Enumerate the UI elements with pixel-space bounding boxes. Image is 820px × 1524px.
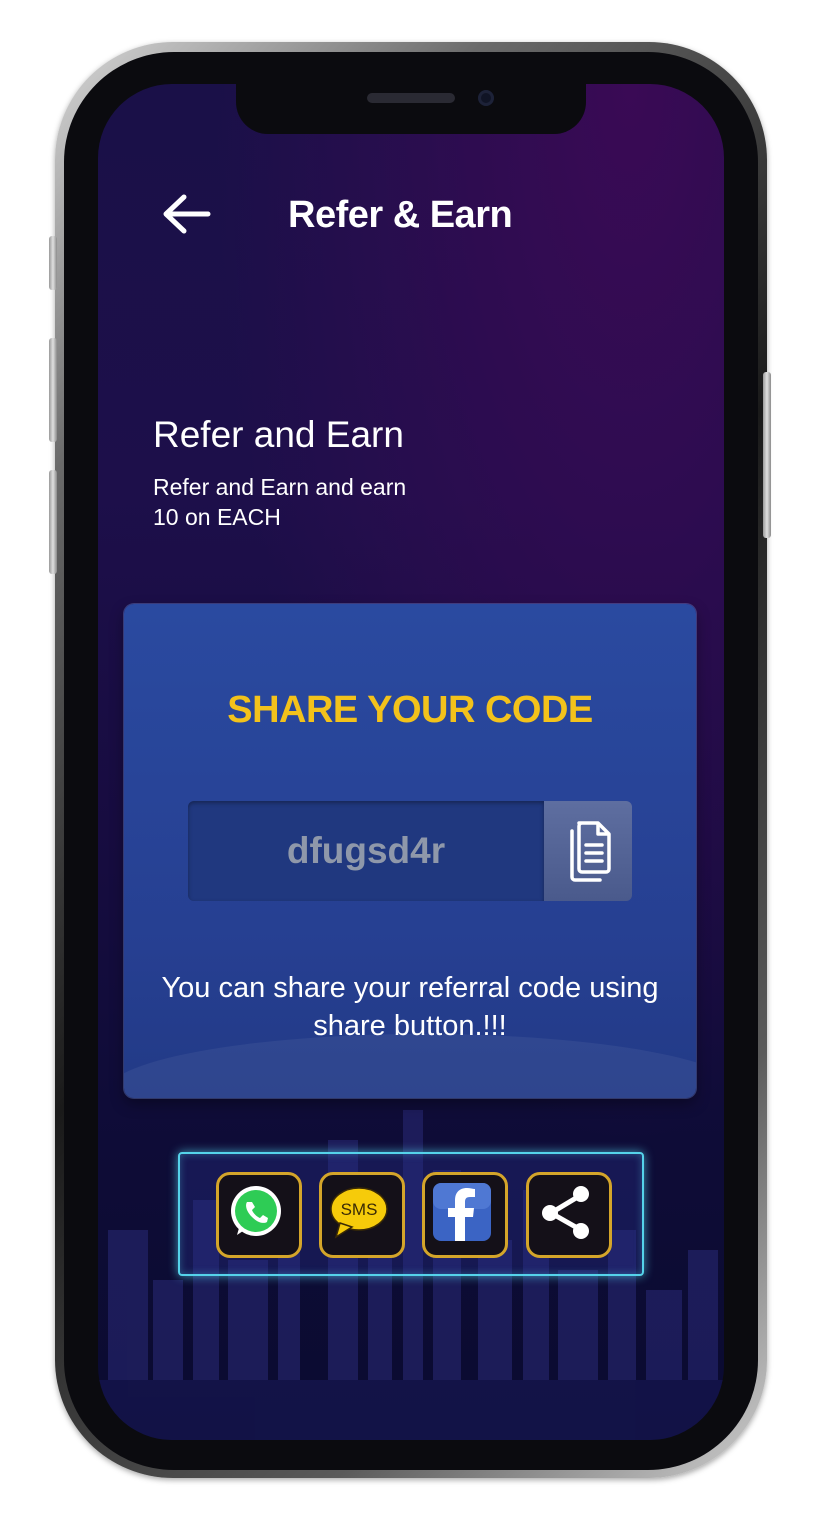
- whatsapp-icon: [231, 1186, 281, 1236]
- whatsapp-share-button[interactable]: [216, 1172, 302, 1258]
- screen-content: Refer & Earn Refer and Earn Refer and Ea…: [98, 84, 724, 1440]
- page-title: Refer & Earn: [288, 194, 513, 236]
- facebook-icon: [433, 1183, 491, 1241]
- hero-title: Refer and Earn: [153, 414, 404, 455]
- share-code-heading: SHARE YOUR CODE: [227, 689, 593, 731]
- referral-code-card: SHARE YOUR CODE dfugsd4r You can share y…: [124, 604, 696, 1098]
- mute-switch: [49, 236, 57, 290]
- referral-code-field[interactable]: dfugsd4r: [188, 801, 544, 901]
- volume-down-button: [49, 470, 57, 574]
- referral-code-value: dfugsd4r: [286, 830, 446, 871]
- power-button: [763, 372, 771, 538]
- facebook-share-button[interactable]: [422, 1172, 508, 1258]
- copy-icon: [570, 821, 611, 882]
- share-instructions: You can share your referral code using s…: [161, 972, 659, 1042]
- volume-up-button: [49, 338, 57, 442]
- sms-icon: SMS: [330, 1187, 388, 1239]
- back-arrow-icon[interactable]: [158, 189, 214, 239]
- share-options-bar: SMS: [178, 1152, 644, 1276]
- copy-code-button[interactable]: [544, 801, 632, 901]
- share-icon: [542, 1186, 589, 1239]
- hero-subtitle: Refer and Earn and earn 10 on EACH: [153, 474, 407, 530]
- sms-share-button[interactable]: SMS: [319, 1172, 405, 1258]
- sms-icon-label: SMS: [341, 1200, 378, 1219]
- general-share-button[interactable]: [526, 1172, 612, 1258]
